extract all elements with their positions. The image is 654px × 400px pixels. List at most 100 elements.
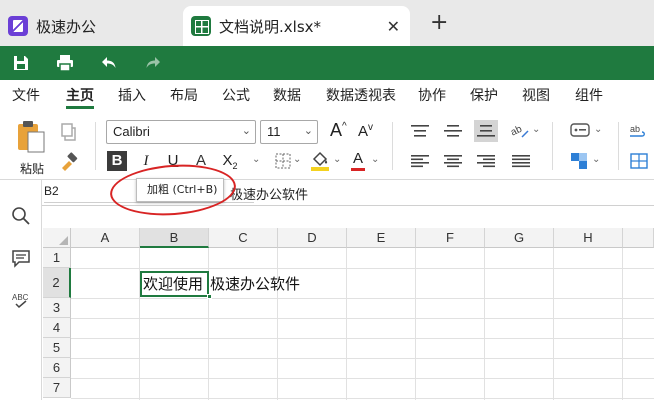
name-box[interactable]: B2 <box>44 184 59 198</box>
font-color-button[interactable]: A <box>351 150 366 171</box>
align-top-icon[interactable] <box>411 124 429 138</box>
row-header-3[interactable]: 3 <box>43 298 71 318</box>
active-tab-indicator <box>66 106 94 109</box>
column-header-partial[interactable] <box>623 228 654 248</box>
chevron-down-icon[interactable]: ⌄ <box>594 124 602 135</box>
save-icon[interactable] <box>12 54 30 72</box>
add-tab-button[interactable]: + <box>430 12 448 34</box>
decrease-font-icon: A <box>358 123 369 140</box>
subscript-button[interactable]: X2 <box>220 151 240 171</box>
cell-c2[interactable]: 极速办公软件 <box>210 273 300 295</box>
ribbon-divider <box>95 122 96 170</box>
menu-components[interactable]: 组件 <box>575 85 603 105</box>
chevron-down-icon[interactable]: ⌄ <box>333 154 341 165</box>
paste-button[interactable]: 粘贴 <box>20 160 44 177</box>
format-painter-icon[interactable] <box>59 151 79 171</box>
row-header-7[interactable]: 7 <box>43 378 71 398</box>
align-center-icon[interactable] <box>444 154 462 168</box>
chevron-down-icon[interactable]: ⌄ <box>532 124 540 135</box>
column-header-c[interactable]: C <box>209 228 278 248</box>
row-header-2[interactable]: 2 <box>43 268 71 298</box>
spellcheck-icon[interactable]: ABC <box>11 290 31 310</box>
menu-protect[interactable]: 保护 <box>470 85 498 105</box>
select-all-icon <box>59 236 68 245</box>
fill-color-icon[interactable] <box>310 150 330 172</box>
selected-cell-b2[interactable]: 欢迎使用 <box>140 271 209 297</box>
chevron-down-icon[interactable]: ⌄ <box>293 154 301 165</box>
font-name-value: Calibri <box>113 124 150 139</box>
column-header-b[interactable]: B <box>140 228 209 248</box>
office-logo-icon <box>8 16 28 36</box>
menu-pivot-table[interactable]: 数据透视表 <box>326 85 396 105</box>
left-sidebar: ABC <box>0 180 42 400</box>
menu-bar: 文件 主页 插入 布局 公式 数据 数据透视表 协作 保护 视图 组件 <box>0 80 654 110</box>
column-header-e[interactable]: E <box>347 228 416 248</box>
borders-icon[interactable] <box>275 153 291 169</box>
close-icon[interactable]: ✕ <box>387 17 400 36</box>
increase-font-button[interactable]: A^ <box>330 120 347 141</box>
grid-line <box>415 248 416 400</box>
grid-line <box>484 248 485 400</box>
comment-icon[interactable] <box>11 248 31 268</box>
ribbon: 粘贴 Calibri ⌄ 11 ⌄ A^ Av B I U A X2 ⌄ ⌄ ⌄… <box>0 110 654 180</box>
wrap-text-icon[interactable]: ab <box>628 122 648 140</box>
italic-button[interactable]: I <box>136 151 156 171</box>
formula-input[interactable]: 极速办公软件 <box>230 184 308 203</box>
grid-line <box>71 318 654 319</box>
strikethrough-button[interactable]: A <box>191 151 211 171</box>
menu-layout[interactable]: 布局 <box>170 85 198 105</box>
redo-icon[interactable] <box>144 54 162 72</box>
column-header-h[interactable]: H <box>554 228 623 248</box>
align-left-icon[interactable] <box>411 154 429 168</box>
tab-document[interactable]: 文档说明.xlsx* ✕ <box>183 6 410 46</box>
align-bottom-button[interactable] <box>474 120 498 142</box>
paste-icon[interactable] <box>16 120 46 154</box>
copy-icon[interactable] <box>60 123 78 141</box>
grid-line <box>553 248 554 400</box>
row-header-5[interactable]: 5 <box>43 338 71 358</box>
menu-data[interactable]: 数据 <box>273 85 301 105</box>
align-right-icon[interactable] <box>477 154 495 168</box>
underline-button[interactable]: U <box>163 151 183 171</box>
menu-formula[interactable]: 公式 <box>222 85 250 105</box>
chevron-down-icon[interactable]: ⌄ <box>252 154 260 165</box>
menu-view[interactable]: 视图 <box>522 85 550 105</box>
grid-line <box>71 298 654 299</box>
row-header-4[interactable]: 4 <box>43 318 71 338</box>
spreadsheet-grid[interactable]: A B C D E F G H 1 2 3 4 5 6 7 欢迎使用 极速办公软… <box>43 228 654 400</box>
column-header-g[interactable]: G <box>485 228 554 248</box>
fill-handle[interactable] <box>207 294 212 299</box>
chevron-down-icon[interactable]: ⌄ <box>592 154 600 165</box>
grid-line <box>71 338 654 339</box>
font-name-select[interactable]: Calibri ⌄ <box>106 120 256 144</box>
menu-collaborate[interactable]: 协作 <box>418 85 446 105</box>
undo-icon[interactable] <box>100 54 118 72</box>
tab-label: 文档说明.xlsx* <box>219 17 322 36</box>
column-header-a[interactable]: A <box>71 228 140 248</box>
chevron-down-icon[interactable]: ⌄ <box>371 154 379 165</box>
cell-style-icon[interactable] <box>570 152 588 170</box>
bold-tooltip: 加粗 (Ctrl+B) <box>136 178 224 202</box>
svg-text:ABC: ABC <box>12 293 29 302</box>
row-header-1[interactable]: 1 <box>43 248 71 268</box>
search-icon[interactable] <box>11 206 31 226</box>
select-all-corner[interactable] <box>43 228 71 248</box>
menu-insert[interactable]: 插入 <box>118 85 146 105</box>
menu-file[interactable]: 文件 <box>12 85 40 105</box>
text-orientation-icon[interactable]: ab <box>510 121 530 139</box>
row-header-6[interactable]: 6 <box>43 358 71 378</box>
column-header-d[interactable]: D <box>278 228 347 248</box>
tab-office-home[interactable]: 极速办公 <box>8 6 183 46</box>
decrease-font-button[interactable]: Av <box>358 122 373 140</box>
tab-bar: 极速办公 文档说明.xlsx* ✕ + <box>0 0 654 46</box>
menu-home[interactable]: 主页 <box>66 85 94 105</box>
print-icon[interactable] <box>56 54 74 72</box>
bold-button[interactable]: B <box>107 151 127 171</box>
number-format-icon[interactable] <box>570 122 590 138</box>
merge-cells-icon[interactable] <box>630 153 648 169</box>
font-size-select[interactable]: 11 ⌄ <box>260 120 318 144</box>
column-header-f[interactable]: F <box>416 228 485 248</box>
justify-icon[interactable] <box>512 154 530 168</box>
align-middle-icon[interactable] <box>444 124 462 138</box>
quick-access-toolbar <box>0 46 654 80</box>
